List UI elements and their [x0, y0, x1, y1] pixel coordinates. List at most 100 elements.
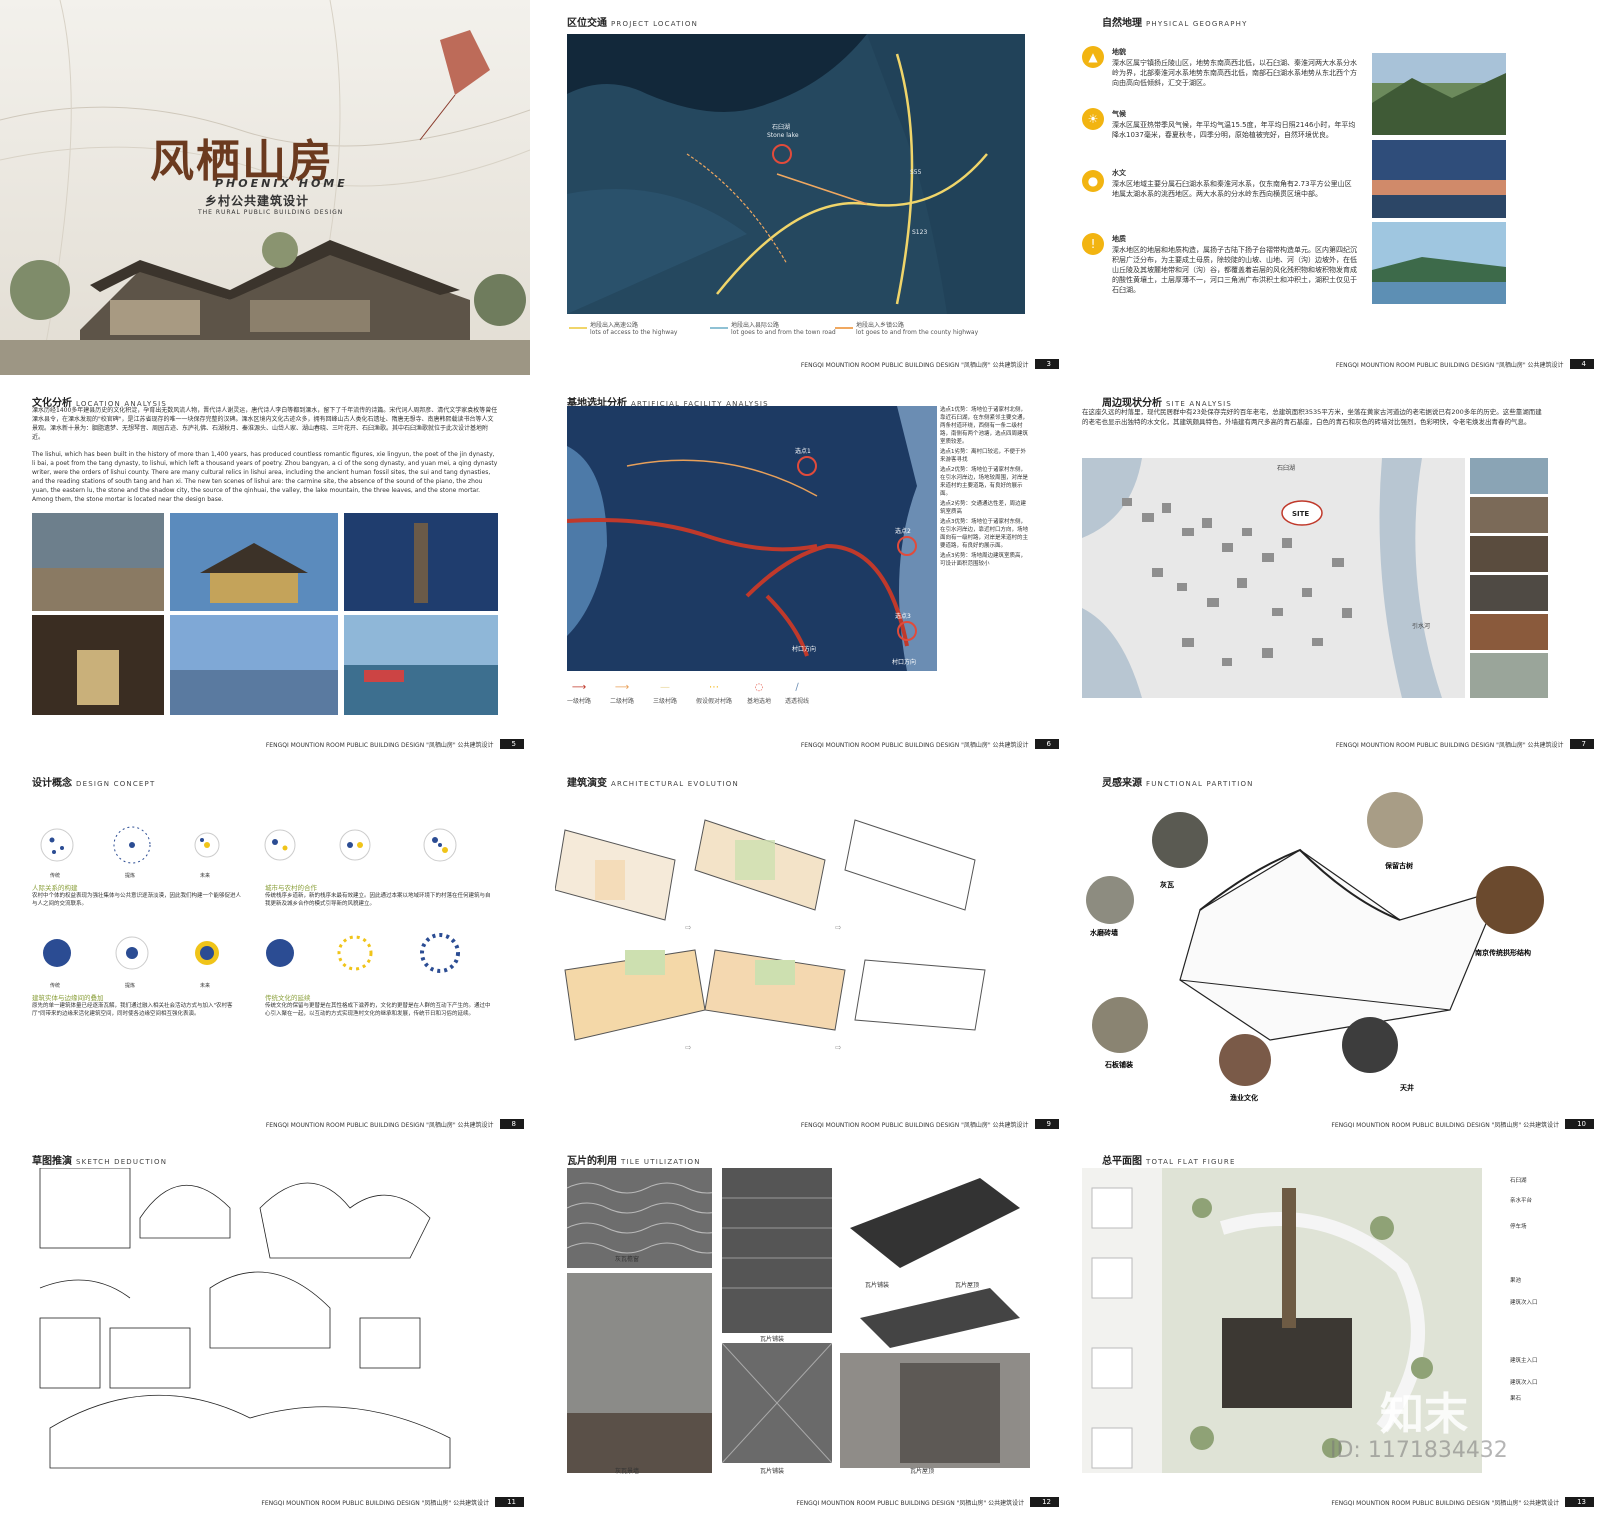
- svg-text:天井: 天井: [1400, 1083, 1414, 1092]
- massing-step-2: [694, 819, 826, 911]
- concept-diagram-city-rural: [264, 828, 457, 862]
- page-physical-geography: 自然地理 PHYSICAL GEOGRAPHY ▲ 地貌 溧水区属宁镇扬丘陵山区，…: [1070, 0, 1600, 375]
- massing-step-3: [844, 819, 976, 911]
- concept-diagram-relationships: [40, 826, 220, 864]
- page-footer: FENGQI MOUNTION ROOM PUBLIC BUILDING DES…: [1336, 739, 1594, 749]
- svg-text:⇨: ⇨: [685, 1043, 692, 1052]
- massing-step-6: [854, 959, 986, 1031]
- massing-step-5: [704, 949, 846, 1031]
- village-photo-strip: [1470, 458, 1548, 698]
- page-title: 区位交通 PROJECT LOCATION: [567, 18, 699, 29]
- photo-hall-interior: [32, 615, 164, 715]
- water-drop-icon: ●: [1082, 170, 1104, 192]
- page-inspiration: 灵感来源 FUNCTIONAL PARTITION 灰瓦 保留古树 水磨砖墙 南京…: [1070, 760, 1600, 1135]
- plan-label-lake: 石臼湖: [1510, 1178, 1527, 1184]
- photo-temple: [170, 513, 338, 611]
- photo-pagoda: [344, 513, 498, 611]
- plan-label-main-entrance: 建筑主入口: [1510, 1358, 1538, 1364]
- inspiration-collage: 灰瓦 保留古树 水磨砖墙 南京传统拱形结构 石板铺装 渔业文化 天井: [1086, 792, 1544, 1102]
- landscape-photo-hills: [1372, 53, 1506, 135]
- svg-text:SITE: SITE: [1292, 510, 1309, 518]
- page-title: 设计概念 DESIGN CONCEPT: [32, 778, 156, 789]
- cover-subtitle: 乡村公共建筑设计: [205, 194, 310, 208]
- cover-title-en: PHOENIX HOME: [215, 177, 348, 190]
- svg-text:石板铺装: 石板铺装: [1104, 1060, 1133, 1069]
- svg-text:⇨: ⇨: [835, 1043, 842, 1052]
- svg-text:村口方向: 村口方向: [792, 645, 816, 653]
- concept-head-2: 城市与农村的合作: [265, 884, 317, 892]
- page-design-concept: 设计概念 DESIGN CONCEPT 传统 提炼 未来 人际关系的构建 农村中个…: [0, 760, 530, 1135]
- svg-text:保留古树: 保留古树: [1384, 861, 1413, 870]
- tile-wall-photo: [567, 1273, 712, 1473]
- tile-paving-photo-2: [722, 1343, 832, 1463]
- site-option-notes: 选点1优势：场地位于诸家村北侧，靠近石臼湖，在东侧紧邻主要交通，两条村道环绕，西…: [940, 407, 1029, 567]
- page-footer: FENGQI MOUNTION ROOM PUBLIC BUILDING DES…: [801, 739, 1059, 749]
- svg-text:⇨: ⇨: [685, 923, 692, 932]
- brick-wall-photo: [1086, 876, 1134, 924]
- warning-icon: ▲: [1082, 46, 1104, 68]
- svg-text:石臼湖: 石臼湖: [1277, 464, 1295, 472]
- legend-secondary-road: ⟶ 二级村路: [610, 682, 635, 705]
- site-selection-map: 选点1 选点2 选点3 村口方向 村口方向: [567, 406, 937, 671]
- page-footer: FENGQI MOUNTION ROOM PUBLIC BUILDING DES…: [801, 1119, 1059, 1129]
- page-title: 瓦片的利用 TILE UTILIZATION: [567, 1156, 701, 1167]
- massing-evolution-diagrams: ⇨ ⇨ ⇨ ⇨: [555, 819, 986, 1052]
- concept-head-4: 传统文化的延续: [265, 994, 311, 1002]
- photo-river-village: [170, 615, 338, 715]
- plan-label-parking: 停车场: [1510, 1224, 1527, 1230]
- fishing-culture-photo: [1219, 1034, 1271, 1086]
- svg-text:选点1: 选点1: [795, 447, 811, 455]
- page-footer: FENGQI MOUNTION ROOM PUBLIC BUILDING DES…: [266, 1119, 524, 1129]
- massing-step-4: [564, 949, 706, 1041]
- plan-label-secondary-entrance-2: 建筑次入口: [1510, 1380, 1538, 1386]
- legend-town-road: 地段出入县际公路 lot goes to and from the town ro…: [710, 320, 836, 336]
- gray-tile-photo: [1152, 812, 1208, 868]
- page-footer: FENGQI MOUNTION ROOM PUBLIC BUILDING DES…: [796, 1497, 1059, 1507]
- svg-text:引水河: 引水河: [1412, 622, 1430, 630]
- page-site-analysis: 周边现状分析 SITE ANALYSIS 在这座久远的村落里，现代民居群中有23处…: [1070, 380, 1600, 755]
- page-footer: FENGQI MOUNTION ROOM PUBLIC BUILDING DES…: [1336, 359, 1594, 369]
- courtyard-photo: [1342, 1017, 1398, 1073]
- photo-harbor-boats: [344, 615, 498, 715]
- site-analysis-text: 在这座久远的村落里，现代民居群中有23处保存完好的百年老宅，总建筑面积3535平…: [1082, 408, 1542, 426]
- concept-diagram-overlay: [43, 936, 219, 970]
- tile-roof-photo: [840, 1353, 1030, 1468]
- legend-highway: 地段出入高速公路 lots of access to the highway: [569, 320, 677, 336]
- page-site-plan: 总平面图 TOTAL FLAT FIGURE 石臼湖 亲水平台 停车场 果池 建筑…: [1070, 1138, 1600, 1513]
- page-footer: FENGQI MOUNTION ROOM PUBLIC BUILDING DES…: [1331, 1119, 1594, 1129]
- tile-roof-render: [850, 1178, 1020, 1348]
- landscape-photo-lake: [1372, 222, 1506, 304]
- village-figure-ground-map: SITE 石臼湖 引水河: [1082, 458, 1465, 698]
- legend-tertiary-road: — 三级村路: [653, 682, 678, 705]
- alert-icon: !: [1082, 233, 1104, 255]
- plan-label-fruit-stone: 果石: [1510, 1396, 1522, 1402]
- cover-page: 风栖山房 PHOENIX HOME 乡村公共建筑设计 THE RURAL PUB…: [0, 0, 530, 375]
- page-footer: FENGQI MOUNTION ROOM PUBLIC BUILDING DES…: [801, 359, 1059, 369]
- page-footer: FENGQI MOUNTION ROOM PUBLIC BUILDING DES…: [1331, 1497, 1594, 1507]
- page-footer: FENGQI MOUNTION ROOM PUBLIC BUILDING DES…: [266, 739, 524, 749]
- location-map: 石臼湖 Stone lake S123 S55: [567, 34, 1025, 314]
- concept-diagram-tradition: [266, 933, 460, 973]
- page-footer: FENGQI MOUNTION ROOM PUBLIC BUILDING DES…: [261, 1497, 524, 1507]
- cover-subtitle-en: THE RURAL PUBLIC BUILDING DESIGN: [198, 209, 344, 216]
- legend-sightline: ∕ 透透视线: [785, 682, 810, 705]
- sun-icon: ☀: [1082, 108, 1104, 130]
- plan-label-fruit-pond: 果池: [1510, 1278, 1522, 1284]
- landscape-photo-sunset: [1372, 140, 1506, 218]
- concept-head-1: 人际关系的构建: [32, 884, 78, 892]
- watermark-brand: 知末: [1380, 1389, 1468, 1440]
- hand-sketches: [39, 1168, 451, 1469]
- arch-structure-photo: [1476, 866, 1544, 934]
- svg-text:选点3: 选点3: [895, 612, 911, 620]
- photo-festival-crowd: [32, 513, 164, 611]
- tile-paving-photo-1: [722, 1168, 832, 1333]
- svg-text:渔业文化: 渔业文化: [1230, 1093, 1258, 1102]
- svg-text:水磨砖墙: 水磨砖墙: [1090, 928, 1118, 937]
- page-site-selection: 基地选址分析 ARTIFICIAL FACILITY ANALYSIS 选点1 选…: [535, 380, 1065, 755]
- svg-text:选点2: 选点2: [895, 527, 911, 535]
- tile-window-photo: [567, 1168, 712, 1268]
- plan-label-platform: 亲水平台: [1510, 1198, 1533, 1204]
- plan-label-secondary-entrance: 建筑次入口: [1510, 1300, 1538, 1306]
- svg-text:南京传统拱形结构: 南京传统拱形结构: [1475, 948, 1531, 957]
- svg-text:S55: S55: [910, 169, 922, 176]
